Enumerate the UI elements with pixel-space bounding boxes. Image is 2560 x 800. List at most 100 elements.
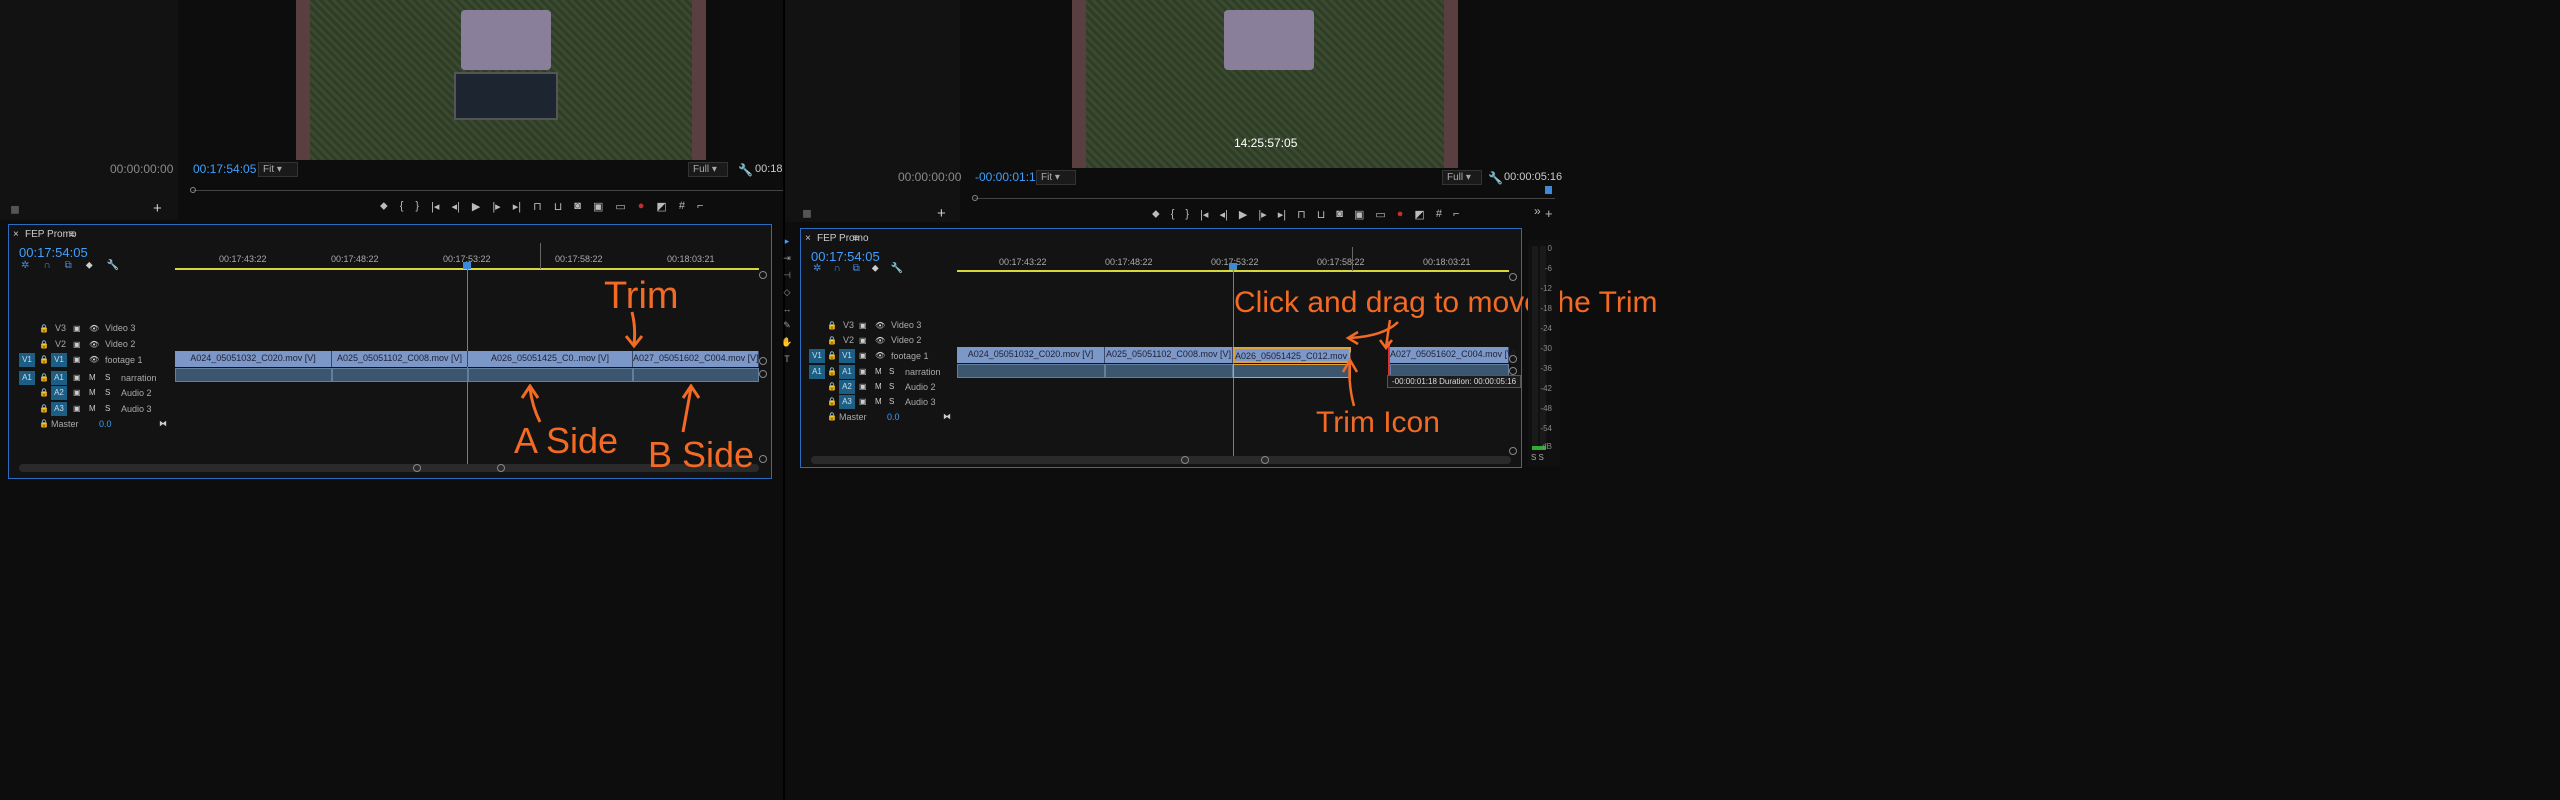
eye-icon[interactable]: 👁: [875, 319, 885, 333]
eye-icon[interactable]: 👁: [89, 353, 99, 367]
track-select-icon[interactable]: ⇥: [783, 253, 791, 264]
close-icon[interactable]: ×: [13, 229, 19, 240]
vscroll-handle[interactable]: [1509, 355, 1517, 363]
add-marker-icon[interactable]: ⬥: [872, 263, 879, 274]
lock-icon[interactable]: 🔒: [39, 353, 49, 367]
export-frame-icon[interactable]: ◙: [574, 200, 581, 216]
eye-icon[interactable]: 👁: [875, 349, 885, 363]
scroll-handle-right[interactable]: [1261, 456, 1269, 464]
hand-icon[interactable]: ✋: [781, 337, 792, 348]
play-icon[interactable]: ▶: [1239, 208, 1247, 224]
track-target[interactable]: V3: [843, 320, 854, 330]
settings-icon[interactable]: 🔧: [107, 260, 119, 271]
menu-icon[interactable]: ≡: [69, 229, 75, 240]
video-clip[interactable]: A025_05051102_C008.mov [V]: [1105, 347, 1233, 363]
lift-icon[interactable]: ⊓: [1297, 208, 1306, 224]
sync-icon[interactable]: ▣: [859, 319, 867, 333]
video-clip[interactable]: A026_05051425_C0..mov [V]: [468, 351, 633, 367]
vscroll-handle[interactable]: [1509, 447, 1517, 455]
mute-button[interactable]: M: [89, 402, 96, 416]
add-marker-icon[interactable]: ⬥: [86, 260, 93, 271]
track-target[interactable]: V1: [51, 353, 67, 367]
sync-icon[interactable]: ▣: [73, 322, 81, 336]
meter-solo-buttons[interactable]: S S: [1531, 453, 1544, 462]
track-target[interactable]: A1: [51, 371, 67, 385]
sync-icon[interactable]: ▣: [73, 371, 81, 385]
sync-icon[interactable]: ▣: [73, 338, 81, 352]
lock-icon[interactable]: 🔒: [39, 338, 49, 352]
video-clip[interactable]: A027_05051602_C004.mov [V]: [1390, 347, 1516, 363]
lock-icon[interactable]: 🔒: [827, 365, 837, 379]
left-fit-select[interactable]: Fit ▾: [258, 162, 298, 177]
track-target[interactable]: V2: [843, 335, 854, 345]
lift-icon[interactable]: ⊓: [533, 200, 542, 216]
selection-tool-icon[interactable]: ▸: [785, 236, 790, 247]
lock-icon[interactable]: 🔒: [827, 319, 837, 333]
right-quality-select[interactable]: Full ▾: [1442, 170, 1482, 185]
export-frame-icon[interactable]: ◙: [1336, 208, 1343, 224]
right-scrubber-playhead[interactable]: [1545, 186, 1552, 194]
vscroll-handle[interactable]: [759, 357, 767, 365]
scroll-handle-left[interactable]: [1181, 456, 1189, 464]
multicam-icon[interactable]: ◩: [1414, 208, 1424, 224]
solo-button[interactable]: S: [889, 365, 894, 379]
right-scrubber-handle[interactable]: [972, 195, 978, 201]
settings-icon[interactable]: 🔧: [891, 263, 903, 274]
step-forward-icon[interactable]: |▸: [492, 200, 500, 216]
extract-icon[interactable]: ⊔: [554, 200, 563, 216]
audio-clip[interactable]: [175, 368, 332, 382]
solo-button[interactable]: S: [889, 395, 894, 409]
sync-icon[interactable]: ▣: [859, 380, 867, 394]
track-target[interactable]: V3: [55, 323, 66, 333]
toggle-icon[interactable]: ▭: [1375, 208, 1385, 224]
add-button[interactable]: +: [937, 205, 946, 222]
video-clip[interactable]: A024_05051032_C020.mov [V]: [175, 351, 332, 367]
source-patch[interactable]: A1: [809, 365, 825, 379]
snap-icon[interactable]: ∩: [833, 263, 840, 274]
source-patch[interactable]: V1: [809, 349, 825, 363]
sync-icon[interactable]: ▣: [73, 386, 81, 400]
video-clip[interactable]: A024_05051032_C020.mov [V]: [957, 347, 1105, 363]
right-scrubber[interactable]: [975, 198, 1555, 199]
sync-icon[interactable]: ▣: [859, 395, 867, 409]
audio-clip[interactable]: [332, 368, 468, 382]
video-clip[interactable]: A027_05051602_C004.mov [V]: [633, 351, 759, 367]
track-target[interactable]: A1: [839, 365, 855, 379]
sync-icon[interactable]: ▣: [859, 349, 867, 363]
go-to-in-icon[interactable]: |◂: [1200, 208, 1208, 224]
vscroll-handle[interactable]: [759, 455, 767, 463]
wrench-icon[interactable]: 🔧: [738, 163, 753, 177]
go-to-out-icon[interactable]: ▸|: [513, 200, 521, 216]
right-fit-select[interactable]: Fit ▾: [1036, 170, 1076, 185]
extract-icon[interactable]: ⊔: [1317, 208, 1326, 224]
solo-button[interactable]: S: [105, 402, 110, 416]
audio-clip-trimmed[interactable]: [1233, 364, 1351, 378]
mute-button[interactable]: M: [875, 395, 882, 409]
sync-icon[interactable]: ▣: [73, 402, 81, 416]
grid-icon[interactable]: #: [679, 200, 685, 216]
lock-icon[interactable]: 🔒: [827, 410, 837, 424]
overflow-icon[interactable]: »: [1534, 204, 1541, 218]
linked-icon[interactable]: ⧉: [65, 260, 72, 271]
solo-button[interactable]: S: [105, 371, 110, 385]
go-to-icon[interactable]: ⧓: [943, 410, 951, 424]
lock-icon[interactable]: 🔒: [39, 386, 49, 400]
lock-icon[interactable]: 🔒: [827, 395, 837, 409]
mute-button[interactable]: M: [875, 380, 882, 394]
step-back-icon[interactable]: ◂|: [451, 200, 459, 216]
track-target[interactable]: A3: [839, 395, 855, 409]
go-to-out-icon[interactable]: ▸|: [1278, 208, 1286, 224]
crop-icon[interactable]: ⌐: [697, 200, 703, 216]
playhead-marker[interactable]: [1229, 263, 1237, 270]
solo-button[interactable]: S: [889, 380, 894, 394]
vscroll-handle[interactable]: [1509, 367, 1517, 375]
go-to-in-icon[interactable]: |◂: [431, 200, 439, 216]
solo-button[interactable]: S: [105, 386, 110, 400]
lock-icon[interactable]: 🔒: [827, 349, 837, 363]
step-forward-icon[interactable]: |▸: [1258, 208, 1266, 224]
eye-icon[interactable]: 👁: [875, 334, 885, 348]
razor-icon[interactable]: ◇: [784, 287, 791, 298]
toggle-icon[interactable]: ▭: [615, 200, 625, 216]
video-clip-trimmed[interactable]: A026_05051425_C012.mov [V]: [1233, 347, 1361, 363]
horizontal-scrollbar[interactable]: [811, 456, 1511, 464]
